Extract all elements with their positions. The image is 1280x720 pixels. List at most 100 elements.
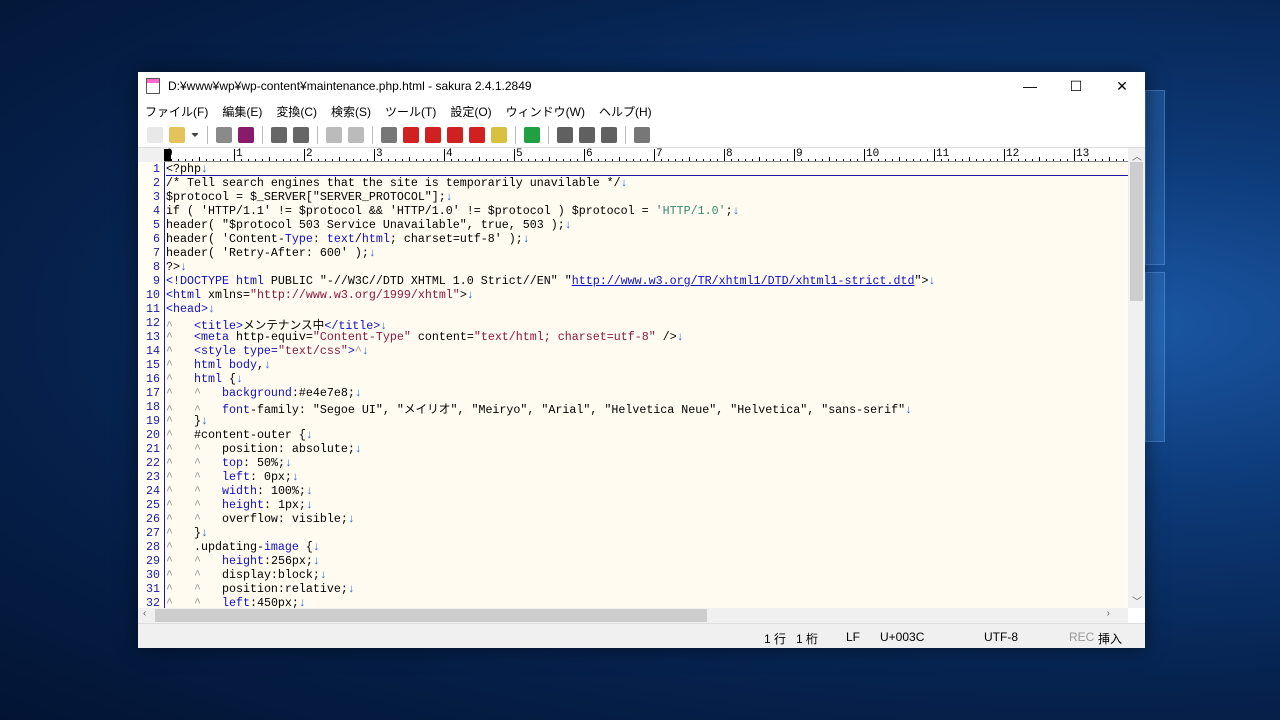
horizontal-scrollbar[interactable]: ‹ › [138,608,1128,623]
code-line[interactable]: ^ ^ height: 1px;↓ [166,498,1128,512]
eol-mark-icon: ↓ [305,484,313,498]
code-line[interactable]: ^ html body,↓ [166,358,1128,372]
code-line[interactable]: <?php↓ [166,162,1128,176]
code-line[interactable]: <html xmlns="http://www.w3.org/1999/xhtm… [166,288,1128,302]
menu-item[interactable]: 変換(C) [269,103,324,120]
scroll-right-icon[interactable]: › [1107,608,1110,619]
code-token: PUBLIC "-//W3C//DTD XHTML 1.0 Strict//EN… [263,274,572,288]
redo-icon[interactable] [293,126,309,143]
scroll-down-icon[interactable]: ﹀ [1132,593,1142,608]
ruler-tick [220,159,221,161]
dropdown-icon[interactable] [191,132,199,137]
vertical-scroll-thumb[interactable] [1130,162,1143,301]
text-editor-area[interactable]: <?php↓/* Tell search engines that the si… [166,162,1128,608]
open-folder-icon[interactable] [169,126,185,143]
code-line[interactable]: $protocol = $_SERVER["SERVER_PROTOCOL"];… [166,190,1128,204]
title-bar[interactable]: D:¥www¥wp¥wp-content¥maintenance.php.htm… [138,72,1145,100]
code-line[interactable]: <!DOCTYPE html PUBLIC "-//W3C//DTD XHTML… [166,274,1128,288]
scroll-left-icon[interactable]: ‹ [143,608,146,619]
ruler-tick [759,157,760,161]
minimize-button[interactable]: — [1007,72,1053,100]
forward-icon[interactable] [348,126,364,143]
code-line[interactable]: ^ html {↓ [166,372,1128,386]
code-line[interactable]: ^ ^ left: 0px;↓ [166,470,1128,484]
save-icon[interactable] [216,126,232,143]
menu-item[interactable]: 検索(S) [324,103,378,120]
menu-item[interactable]: 設定(O) [443,103,498,120]
ruler-tick [1067,159,1068,161]
code-line[interactable]: header( 'Content-Type: text/html; charse… [166,232,1128,246]
settings-common-icon[interactable] [557,126,573,143]
code-line[interactable]: ^ ^ position:relative;↓ [166,582,1128,596]
new-file-icon[interactable] [147,126,163,143]
ruler-tick [787,159,788,161]
search-icon[interactable] [381,126,397,143]
ruler-tick [934,149,935,161]
menu-item[interactable]: ツール(T) [378,103,443,120]
code-token: > [459,288,467,302]
vertical-scrollbar[interactable]: ︿ ﹀ [1128,148,1145,608]
ruler-tick [955,159,956,161]
code-line[interactable]: header( 'Retry-After: 600' );↓ [166,246,1128,260]
outline-icon[interactable] [524,126,540,143]
code-token: :450px; [249,596,299,608]
menu-item[interactable]: ファイル(F) [138,103,215,120]
maximize-button[interactable]: ☐ [1053,72,1099,100]
status-insert-mode[interactable]: 挿入 [1098,630,1122,647]
code-line[interactable]: ^ <style type="text/css">^↓ [166,344,1128,358]
toolbar-separator [317,125,318,144]
code-token: "text/css" [277,344,348,358]
code-line[interactable]: ^ <title>メンテナンス中</title>↓ [166,316,1128,333]
menu-item[interactable]: ウィンドウ(W) [499,103,592,120]
code-line[interactable]: ^ ^ font-family: "Segoe UI", "メイリオ", "Me… [166,400,1128,417]
ruler-tick [612,159,613,161]
horizontal-scroll-thumb[interactable] [155,609,707,622]
code-line[interactable]: ^ ^ width: 100%;↓ [166,484,1128,498]
ruler-tick [745,159,746,161]
ruler-tick [997,159,998,161]
window-list-icon[interactable] [634,126,650,143]
save-all-icon[interactable] [238,126,254,143]
search-up-icon[interactable] [425,126,441,143]
code-line[interactable]: /* Tell search engines that the site is … [166,176,1128,190]
menu-item[interactable]: ヘルプ(H) [592,103,659,120]
eol-mark-icon: ↓ [305,498,313,512]
code-token: ^ [166,344,194,358]
replace-icon[interactable] [447,126,463,143]
line-number: 28 [146,540,160,554]
code-line[interactable]: if ( 'HTTP/1.1' != $protocol && 'HTTP/1.… [166,204,1128,218]
code-line[interactable]: ^ }↓ [166,526,1128,540]
clear-mark-icon[interactable] [469,126,485,143]
code-line[interactable]: ^ #content-outer {↓ [166,428,1128,442]
toolbar-separator [625,125,626,144]
code-line[interactable]: ^ .updating-image {↓ [166,540,1128,554]
code-line[interactable]: ^ ^ overflow: visible;↓ [166,512,1128,526]
close-button[interactable]: ✕ [1099,72,1145,100]
scroll-up-icon[interactable]: ︿ [1132,148,1142,163]
status-eol[interactable]: LF [846,630,860,644]
line-number: 5 [153,218,160,232]
eol-mark-icon: ↓ [235,372,243,386]
code-line[interactable]: ^ ^ left:450px;↓ [166,596,1128,608]
code-line[interactable]: ^ <meta http-equiv="Content-Type" conten… [166,330,1128,344]
line-number: 17 [146,386,160,400]
ruler-tick [899,157,900,161]
back-icon[interactable] [326,126,342,143]
menu-item[interactable]: 編集(E) [215,103,269,120]
toolbar [138,122,1145,148]
settings-type-icon[interactable] [579,126,595,143]
code-line[interactable]: ^ ^ background:#e4e7e8;↓ [166,386,1128,400]
grep-icon[interactable] [491,126,507,143]
code-line[interactable]: <head>↓ [166,302,1128,316]
undo-icon[interactable] [271,126,287,143]
settings-font-icon[interactable] [601,126,617,143]
code-line[interactable]: ^ ^ top: 50%;↓ [166,456,1128,470]
code-line[interactable]: ^ ^ position: absolute;↓ [166,442,1128,456]
code-line[interactable]: header( "$protocol 503 Service Unavailab… [166,218,1128,232]
search-down-icon[interactable] [403,126,419,143]
code-token[interactable]: http://www.w3.org/TR/xhtml1/DTD/xhtml1-s… [572,274,915,288]
code-line[interactable]: ^ ^ display:block;↓ [166,568,1128,582]
status-encoding[interactable]: UTF-8 [984,630,1018,644]
code-line[interactable]: ?>↓ [166,260,1128,274]
code-line[interactable]: ^ ^ height:256px;↓ [166,554,1128,568]
